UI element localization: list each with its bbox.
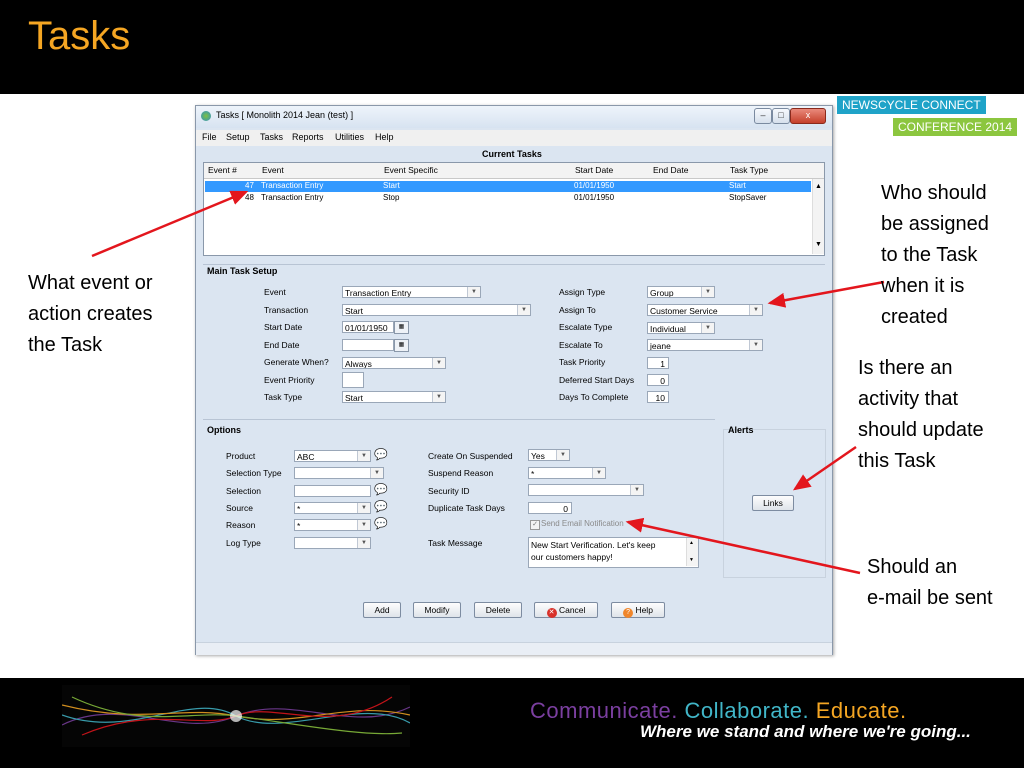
callout-line: this Task — [858, 450, 936, 472]
callout-line: e-mail be sent — [867, 587, 993, 609]
callout-line: What event or — [28, 272, 153, 294]
callout-assign: Who should be assigned to the Task when … — [881, 178, 989, 333]
callout-line: Is there an — [858, 357, 953, 379]
tagline-communicate: Communicate. — [530, 698, 678, 723]
callout-event: What event or action creates the Task — [28, 268, 153, 361]
tagline-collaborate: Collaborate. — [684, 698, 810, 723]
callout-line: to the Task — [881, 244, 978, 266]
arrow-to-event — [91, 190, 249, 258]
callout-line: be assigned — [881, 213, 989, 235]
arrow-to-links — [792, 445, 857, 491]
footer-light-art — [62, 685, 410, 747]
callout-line: Who should — [881, 182, 987, 204]
callout-line: the Task — [28, 334, 103, 356]
callout-line: created — [881, 306, 948, 328]
callout-line: Should an — [867, 556, 958, 578]
arrow-to-assign-to — [767, 280, 885, 308]
callout-activity: Is there an activity that should update … — [858, 353, 984, 477]
tagline-educate: Educate. — [815, 698, 907, 723]
callout-line: when it is — [881, 275, 965, 297]
arrow-to-email — [625, 517, 861, 575]
callout-line: action creates — [28, 303, 153, 325]
callout-line: should update — [858, 419, 984, 441]
callout-email: Should an e-mail be sent — [867, 552, 993, 614]
footer-tagline: Communicate. Collaborate. Educate. — [530, 698, 907, 724]
footer-subtagline: Where we stand and where we're going... — [640, 722, 971, 741]
callout-line: activity that — [858, 388, 959, 410]
